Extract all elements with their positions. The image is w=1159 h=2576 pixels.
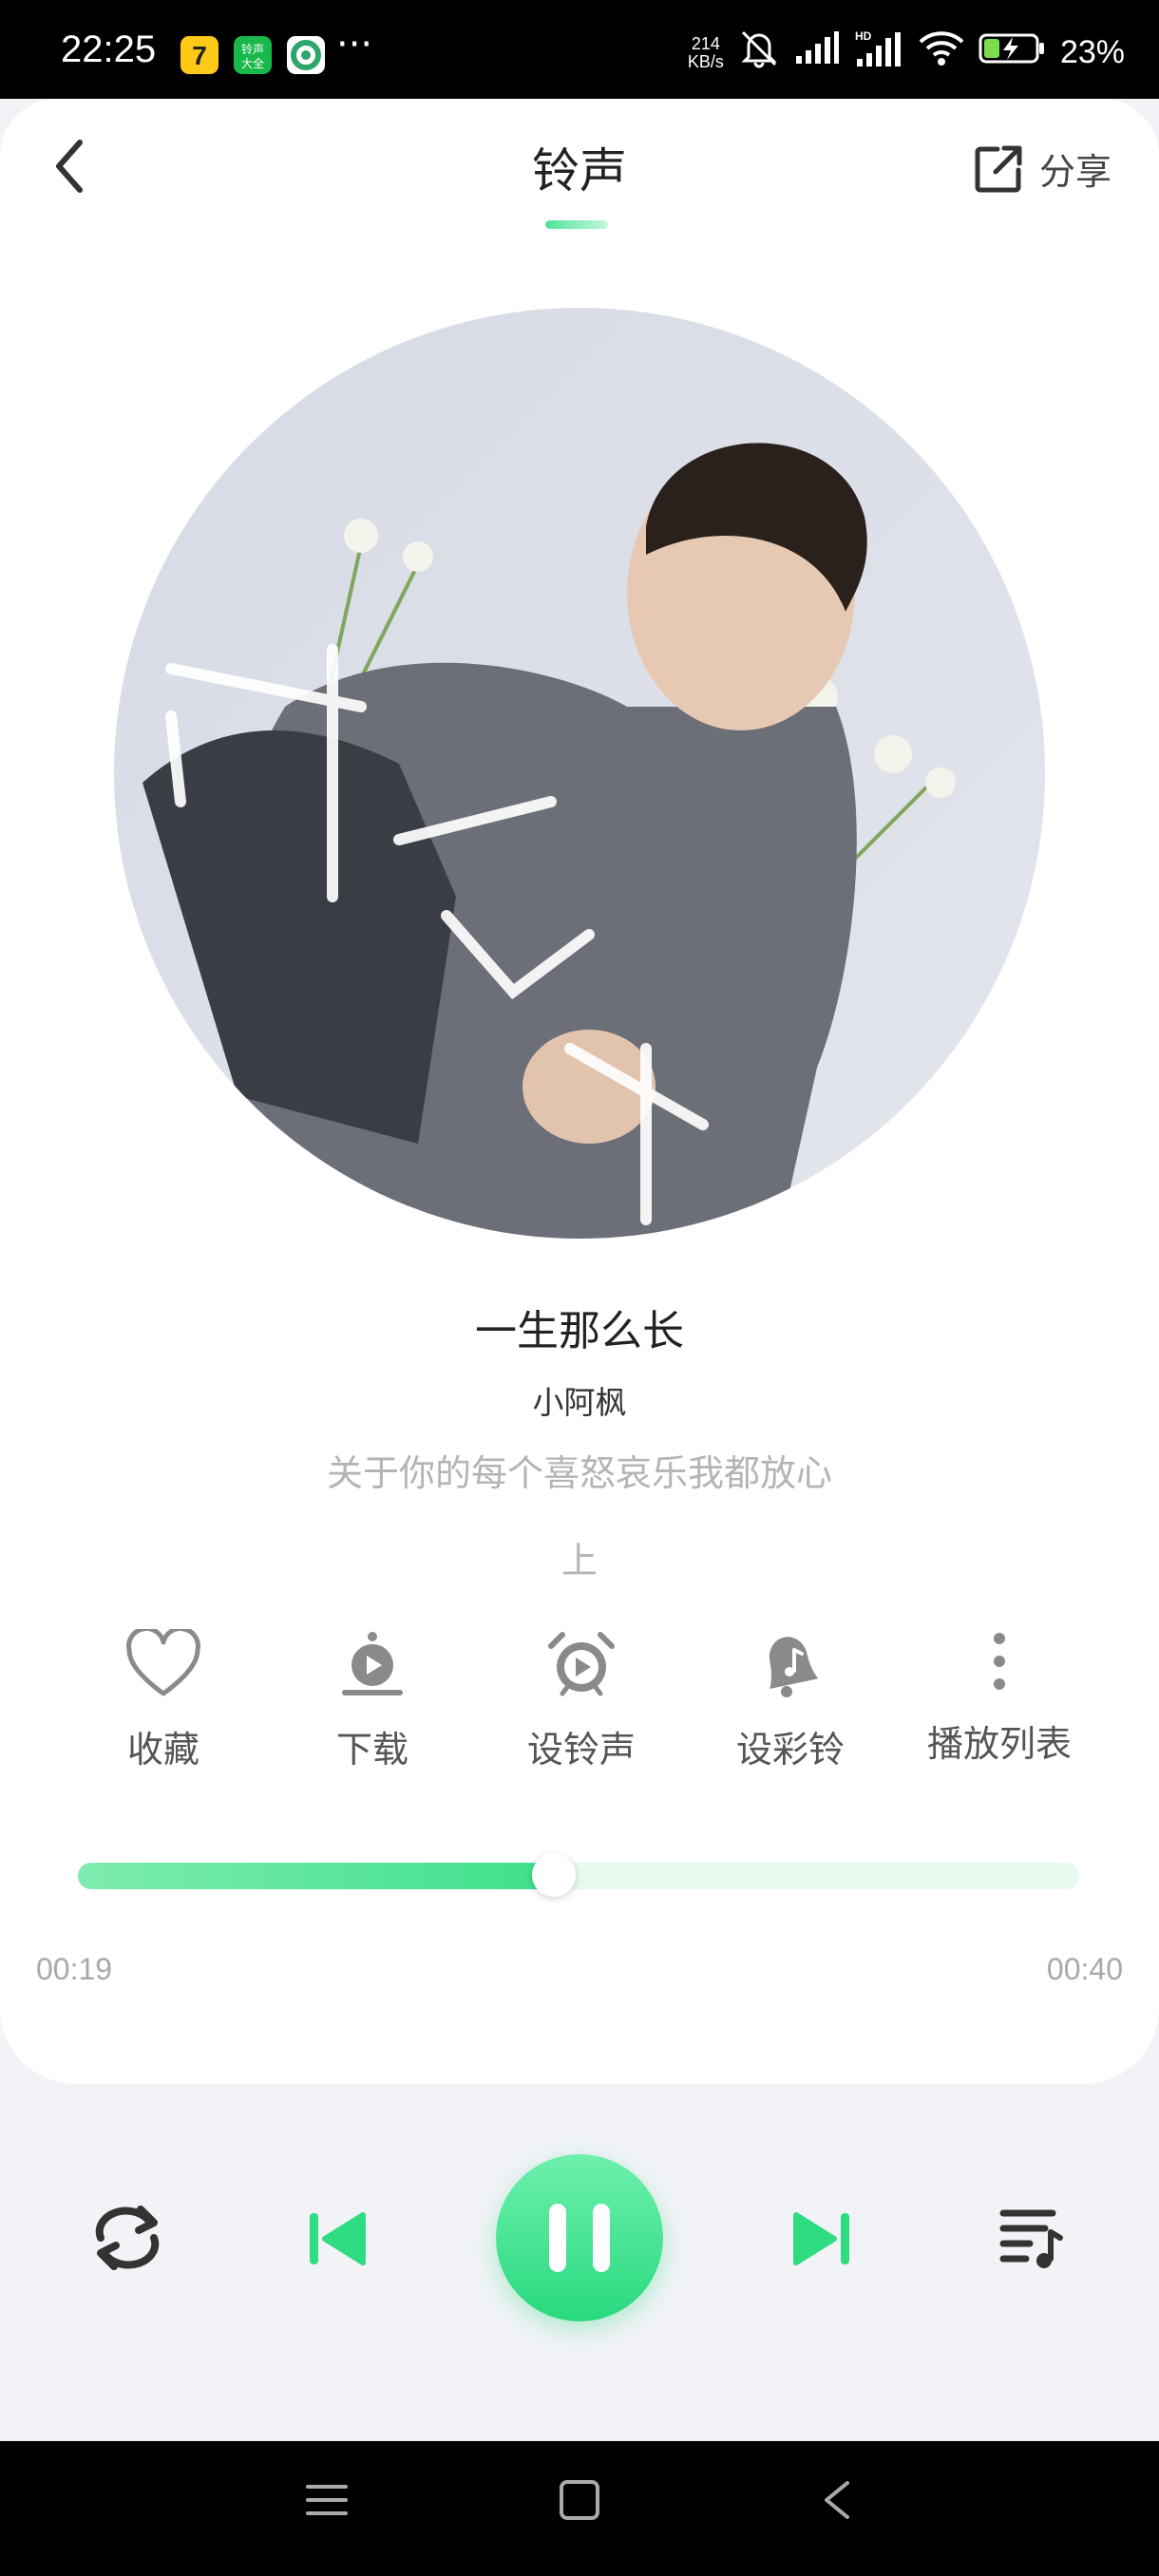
menu-nav-button[interactable] <box>306 2479 348 2525</box>
status-time: 22:25 <box>61 28 157 70</box>
progress-fill <box>78 1863 554 1889</box>
status-right-icons: 214 KB/s HD 23% <box>688 28 1125 77</box>
share-label: 分享 <box>1038 151 1112 193</box>
set-ringtone-label: 设铃声 <box>526 1729 636 1771</box>
artist-name: 小阿枫 <box>532 1384 627 1421</box>
bell-music-icon <box>769 1637 819 1697</box>
svg-text:铃声: 铃声 <box>241 42 264 56</box>
battery-charging-icon <box>978 31 1047 74</box>
back-nav-button[interactable] <box>819 2479 857 2525</box>
signal-icon <box>794 31 840 74</box>
home-nav-button[interactable] <box>559 2479 600 2525</box>
song-title: 一生那么长 <box>475 1307 684 1355</box>
next-icon <box>793 2212 849 2265</box>
playlist-button[interactable] <box>998 2204 1066 2276</box>
favorite-label: 收藏 <box>126 1729 200 1771</box>
total-time: 00:40 <box>1046 1952 1123 1986</box>
previous-icon <box>310 2212 366 2265</box>
status-bar: 22:25 7 铃声 大全 ··· 214 KB/s HD 23% <box>0 0 1159 99</box>
previous-button[interactable] <box>306 2206 372 2276</box>
download-icon <box>342 1632 403 1695</box>
playlist-menu-label: 播放列表 <box>926 1723 1072 1765</box>
album-cover <box>114 308 1045 1239</box>
favorite-button[interactable]: 收藏 <box>59 1629 268 1772</box>
home-square-icon <box>560 2480 599 2520</box>
tab-indicator <box>545 220 608 229</box>
more-dots-icon: ··· <box>336 23 373 66</box>
repeat-icon <box>95 2206 160 2270</box>
set-color-ring-label: 设彩铃 <box>735 1729 845 1771</box>
svg-text:7: 7 <box>192 41 207 70</box>
progress-handle[interactable] <box>531 1853 576 1897</box>
hd-signal-icon: HD <box>853 28 904 77</box>
more-vertical-icon <box>994 1633 1005 1690</box>
back-triangle-icon <box>825 2481 849 2519</box>
download-button[interactable]: 下载 <box>268 1629 477 1772</box>
lyric-line-current: 关于你的每个喜怒哀乐我都放心 <box>326 1452 832 1494</box>
menu-icon <box>306 2485 348 2515</box>
pause-button[interactable] <box>496 2154 663 2321</box>
download-label: 下载 <box>335 1729 408 1771</box>
action-bar: 收藏 下载 设铃声 设彩铃 播放列表 <box>0 1629 1159 1781</box>
app-icon-yellow: 7 <box>180 36 218 74</box>
playlist-menu-button[interactable]: 播放列表 <box>895 1629 1104 1767</box>
share-icon <box>975 145 1022 192</box>
alarm-ringtone-icon <box>548 1632 615 1696</box>
next-button[interactable] <box>787 2206 853 2276</box>
pause-icon <box>549 2204 610 2272</box>
wifi-icon <box>918 30 965 75</box>
heart-icon <box>126 1629 200 1696</box>
mute-icon <box>737 28 781 77</box>
playlist-icon <box>999 2209 1063 2268</box>
network-speed: 214 KB/s <box>687 33 724 71</box>
current-time: 00:19 <box>36 1952 113 1986</box>
app-icon-green <box>287 36 325 74</box>
lyric-line-next: 上 <box>560 1540 598 1582</box>
repeat-button[interactable] <box>84 2202 171 2278</box>
system-nav-bar <box>0 2441 1159 2576</box>
set-color-ring-button[interactable]: 设彩铃 <box>686 1629 895 1772</box>
share-button[interactable]: 分享 <box>973 142 1112 195</box>
progress-slider[interactable] <box>78 1853 1079 1897</box>
svg-text:大全: 大全 <box>241 56 264 70</box>
set-ringtone-button[interactable]: 设铃声 <box>477 1629 686 1772</box>
battery-percent: 23% <box>1059 34 1125 70</box>
svg-text:HD: HD <box>855 29 872 43</box>
app-icon-ringtone: 铃声 大全 <box>234 36 272 74</box>
